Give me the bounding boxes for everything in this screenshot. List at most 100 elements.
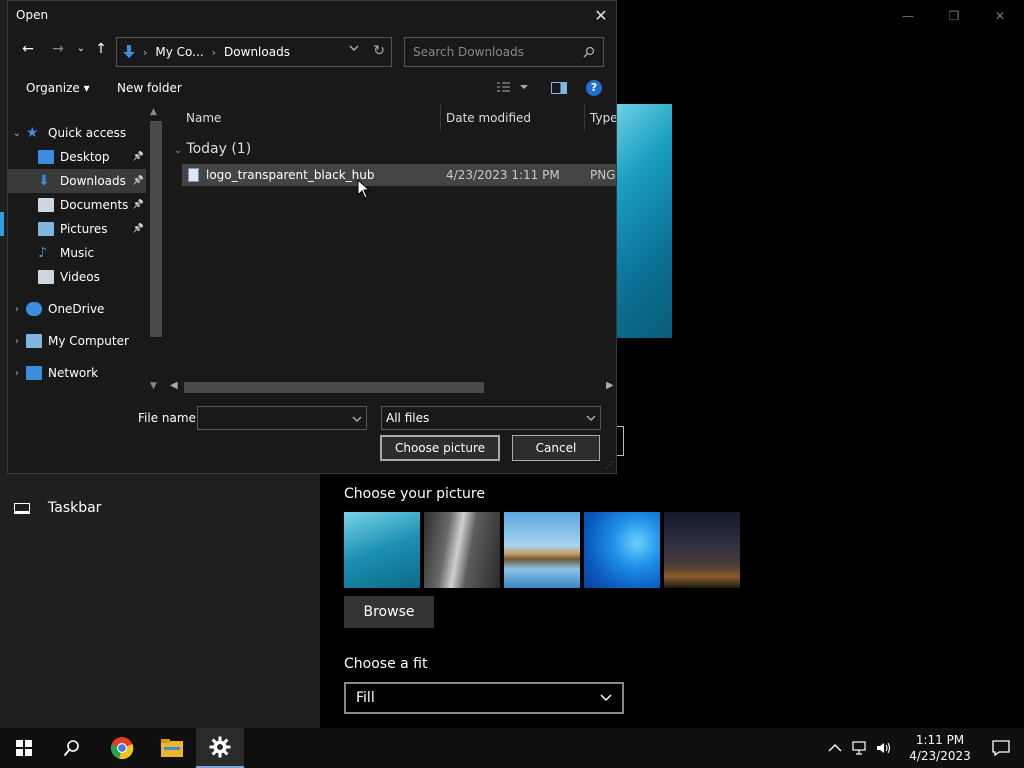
breadcrumb-separator: › xyxy=(143,45,148,59)
settings-taskbar-button[interactable] xyxy=(196,728,244,768)
column-name[interactable]: Name xyxy=(186,111,221,125)
group-header-today[interactable]: ⌄ Today (1) xyxy=(174,141,251,157)
breadcrumb-downloads[interactable]: Downloads xyxy=(224,45,290,59)
clock[interactable]: 1:11 PM 4/23/2023 xyxy=(902,732,978,764)
forward-button[interactable]: → xyxy=(48,41,68,57)
background-preview xyxy=(616,104,672,338)
horizontal-scrollbar[interactable]: ◀ ▶ xyxy=(166,380,616,395)
nav-item-onedrive[interactable]: › OneDrive xyxy=(8,297,146,321)
scroll-right-icon[interactable]: ▶ xyxy=(606,380,614,391)
breadcrumb-my-computer[interactable]: My Co... xyxy=(155,45,203,59)
desktop-icon xyxy=(38,150,54,164)
fit-value: Fill xyxy=(356,690,375,706)
nav-item-network[interactable]: › Network xyxy=(8,361,146,385)
pin-icon: 📌 xyxy=(132,200,144,210)
file-list: Name Date modified Type ⌄ Today (1) logo_… xyxy=(166,105,616,395)
file-type-select[interactable]: All files xyxy=(381,406,601,430)
nav-item-label: Videos xyxy=(60,270,100,284)
thumbnail-cliff[interactable] xyxy=(424,512,500,588)
folder-icon xyxy=(161,739,183,757)
pin-icon: 📌 xyxy=(132,152,144,162)
nav-item-label: Quick access xyxy=(48,126,127,140)
gear-icon xyxy=(209,736,231,758)
refresh-icon[interactable]: ↻ xyxy=(373,43,385,59)
minimize-button[interactable]: — xyxy=(885,6,931,26)
address-bar[interactable]: › My Co... › Downloads ↻ xyxy=(116,37,392,67)
nav-scrollbar[interactable]: ▲ ▼ xyxy=(148,105,164,395)
pin-icon: 📌 xyxy=(132,176,144,186)
thumbnail-windows[interactable] xyxy=(584,512,660,588)
view-options-icon[interactable] xyxy=(496,81,530,96)
nav-item-pictures[interactable]: Pictures 📌 xyxy=(8,217,146,241)
scroll-left-icon[interactable]: ◀ xyxy=(170,380,178,391)
nav-item-desktop[interactable]: Desktop 📌 xyxy=(8,145,146,169)
notification-icon[interactable] xyxy=(992,740,1010,756)
clock-time: 1:11 PM xyxy=(915,733,965,747)
chrome-button[interactable] xyxy=(98,728,146,768)
back-button[interactable]: ← xyxy=(18,41,38,57)
help-icon[interactable]: ? xyxy=(586,80,602,96)
nav-item-downloads[interactable]: ⬇ Downloads 📌 xyxy=(8,169,146,193)
nav-item-quick-access[interactable]: ⌄ ★ Quick access xyxy=(8,121,146,145)
chevron-down-icon: ⌄ xyxy=(174,145,183,156)
search-box[interactable] xyxy=(404,37,604,67)
choose-picture-title: Choose your picture xyxy=(344,486,485,502)
star-icon: ★ xyxy=(26,125,39,141)
expand-chevron-icon[interactable]: ⌄ xyxy=(8,128,26,139)
dialog-close-button[interactable]: ✕ xyxy=(586,1,616,31)
thumbnail-night-sky[interactable] xyxy=(664,512,740,588)
search-button[interactable] xyxy=(48,728,96,768)
thumbnail-underwater[interactable] xyxy=(344,512,420,588)
nav-item-music[interactable]: ♪ Music xyxy=(8,241,146,265)
chrome-icon xyxy=(110,737,134,760)
recent-locations-button[interactable]: ⌄ xyxy=(71,43,91,54)
download-icon: ⬇ xyxy=(38,173,50,189)
sidebar-item-label: Taskbar xyxy=(48,500,102,516)
taskbar-icon xyxy=(14,502,30,514)
close-window-button[interactable]: ✕ xyxy=(977,6,1023,26)
chevron-up-icon[interactable] xyxy=(828,744,842,752)
dialog-title: Open xyxy=(16,8,49,22)
music-icon: ♪ xyxy=(38,245,47,261)
restore-button[interactable]: ❐ xyxy=(931,6,977,26)
sidebar-item-taskbar[interactable]: Taskbar xyxy=(14,500,101,516)
nav-item-documents[interactable]: Documents 📌 xyxy=(8,193,146,217)
fit-select[interactable]: Fill xyxy=(344,682,624,714)
navigation-pane: ⌄ ★ Quick access Desktop 📌 ⬇ Downloads 📌 Documen… xyxy=(8,105,164,395)
expand-chevron-icon[interactable]: › xyxy=(8,336,26,347)
organize-button[interactable]: Organize ▾ xyxy=(26,81,90,95)
thumbnail-beach[interactable] xyxy=(504,512,580,588)
volume-icon[interactable] xyxy=(876,741,892,755)
sidebar-selection-accent xyxy=(0,212,4,236)
chevron-down-icon[interactable] xyxy=(352,416,362,422)
choose-picture-button[interactable]: Choose picture xyxy=(380,435,500,461)
cancel-button[interactable]: Cancel xyxy=(512,435,600,461)
choose-fit-title: Choose a fit xyxy=(344,656,428,672)
file-type: PNG xyxy=(590,168,616,182)
search-icon xyxy=(583,46,595,58)
table-row[interactable]: logo_transparent_black_hub 4/23/2023 1:1… xyxy=(182,164,616,186)
expand-chevron-icon[interactable]: › xyxy=(8,304,26,315)
preview-pane-icon[interactable] xyxy=(551,82,567,94)
scroll-down-icon[interactable]: ▼ xyxy=(150,381,157,391)
scroll-up-icon[interactable]: ▲ xyxy=(150,107,157,117)
column-type[interactable]: Type xyxy=(590,111,616,125)
start-button[interactable] xyxy=(0,728,48,768)
search-input[interactable] xyxy=(413,45,573,59)
resize-grip-icon[interactable]: ⋰ xyxy=(605,461,614,471)
browse-button[interactable]: Browse xyxy=(344,596,434,628)
document-icon xyxy=(38,198,54,212)
expand-chevron-icon[interactable]: › xyxy=(8,368,26,379)
new-folder-button[interactable]: New folder xyxy=(117,81,182,95)
file-explorer-button[interactable] xyxy=(148,728,196,768)
network-icon[interactable] xyxy=(852,741,868,755)
column-date-modified[interactable]: Date modified xyxy=(446,111,531,125)
nav-item-videos[interactable]: Videos xyxy=(8,265,146,289)
nav-item-my-computer[interactable]: › My Computer xyxy=(8,329,146,353)
scroll-thumb[interactable] xyxy=(150,121,162,337)
file-name-input[interactable] xyxy=(197,406,367,430)
chevron-down-icon[interactable] xyxy=(349,45,359,51)
group-label: Today (1) xyxy=(186,141,252,157)
scroll-thumb[interactable] xyxy=(184,382,484,393)
up-button[interactable]: ↑ xyxy=(91,41,111,57)
